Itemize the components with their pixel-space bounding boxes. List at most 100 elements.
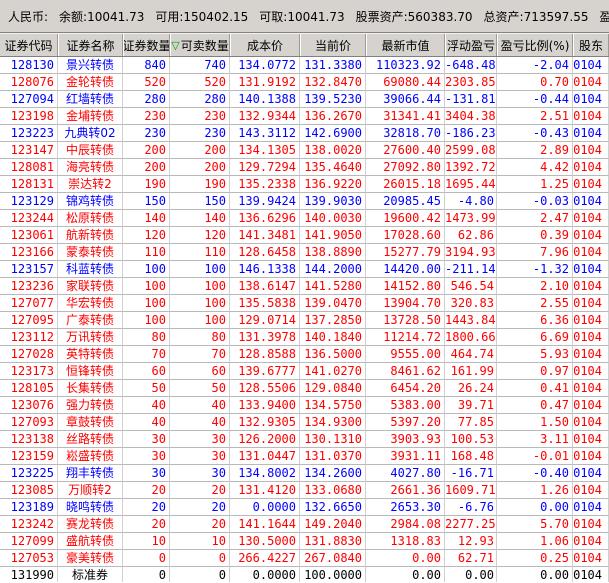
table-row[interactable]: 123242 赛龙转债 20 20 141.1644 149.2040 2984.08 227… [0,516,609,533]
table-row[interactable]: 127099 盛航转债 10 10 130.5000 131.8830 1318.83 12.… [0,533,609,550]
cell-price: 142.6900 [300,125,366,142]
table-row[interactable]: 127077 华宏转债 100 100 135.5838 139.0470 13904.70… [0,295,609,312]
cell-value: 39066.44 [366,91,445,108]
cell-price: 131.3380 [300,57,366,74]
table-row[interactable]: 128130 景兴转债 840 740 134.0772 131.3380 110323.9… [0,57,609,74]
cell-qty: 100 [123,278,170,295]
table-row[interactable]: 127095 广泰转债 100 100 129.0714 137.2850 13728.50… [0,312,609,329]
table-row[interactable]: 123225 翔丰转债 30 30 134.8002 134.2600 4027.80 -16… [0,465,609,482]
cell-sellable: 110 [170,244,230,261]
table-row[interactable]: 123085 万顺转2 20 20 131.4120 133.0680 2661.36 160… [0,482,609,499]
column-header-label: 证券名称 [66,38,115,53]
table-row[interactable]: 123159 崧盛转债 30 30 131.0447 131.0370 3931.11 168… [0,448,609,465]
cell-qty: 230 [123,125,170,142]
cell-code: 123225 [0,465,58,482]
column-header-label: 当前价 [314,38,351,53]
column-header-cost[interactable]: 成本价 [230,34,300,56]
cell-value: 13904.70 [366,295,445,312]
table-row[interactable]: 128081 海亮转债 200 200 129.7294 135.4640 27092.80… [0,159,609,176]
table-row[interactable]: 123147 中辰转债 200 200 134.1305 138.0020 27600.40… [0,142,609,159]
column-header-sellable[interactable]: ▽ 可卖数量 [170,34,230,56]
cell-qty: 30 [123,465,170,482]
table-row[interactable]: 123198 金埔转债 230 230 132.9344 136.2670 31341.41… [0,108,609,125]
table-row[interactable]: 123076 强力转债 40 40 133.9400 134.5750 5383.00 39.… [0,397,609,414]
table-row[interactable]: 123166 蒙泰转债 110 110 128.6458 138.8890 15277.79… [0,244,609,261]
table-row[interactable]: 128131 崇达转2 190 190 135.2338 136.9220 26015.18… [0,176,609,193]
cell-sellable: 200 [170,142,230,159]
column-header-value[interactable]: 最新市值 [366,34,445,56]
cell-qty: 200 [123,159,170,176]
column-header-holder[interactable]: 股东 [573,34,609,56]
cell-sellable: 70 [170,346,230,363]
column-header-price[interactable]: 当前价 [300,34,366,56]
table-row[interactable]: 131990 标准券 0 0 0.0000 100.0000 0.00 0.00 0.00 010… [0,567,609,582]
table-row[interactable]: 123138 丝路转债 30 30 126.2000 130.1310 3903.93 100… [0,431,609,448]
cell-name: 赛龙转债 [58,516,123,533]
column-header-code[interactable]: 证券代码 [0,34,58,56]
cell-cost: 128.8588 [230,346,300,363]
table-row[interactable]: 123129 锦鸡转债 150 150 139.9424 139.9030 20985.45… [0,193,609,210]
cell-code: 123061 [0,227,58,244]
cell-price: 139.5230 [300,91,366,108]
cell-value: 2661.36 [366,482,445,499]
cell-cost: 131.4120 [230,482,300,499]
cell-name: 万顺转2 [58,482,123,499]
cell-cost: 129.0714 [230,312,300,329]
table-row[interactable]: 123244 松原转债 140 140 136.6296 140.0030 19600.42… [0,210,609,227]
table-row[interactable]: 123112 万讯转债 80 80 131.3978 140.1840 11214.72 18… [0,329,609,346]
column-header-pl_pct[interactable]: 盈亏比例(%) [497,34,573,56]
table-row[interactable]: 123173 恒锋转债 60 60 139.6777 141.0270 8461.62 161… [0,363,609,380]
table-row[interactable]: 123157 科蓝转债 100 100 146.1338 144.2000 14420.00… [0,261,609,278]
table-row[interactable]: 123223 九典转02 230 230 143.3112 142.6900 32818.7… [0,125,609,142]
cell-sellable: 100 [170,278,230,295]
cell-holder: 0104 [573,193,609,210]
table-row[interactable]: 127093 章鼓转债 40 40 132.9305 134.9300 5397.20 77.… [0,414,609,431]
sort-descending-icon: ▽ [171,38,180,52]
table-row[interactable]: 128076 金轮转债 520 520 131.9192 132.8470 69080.44… [0,74,609,91]
table-row[interactable]: 127094 红墙转债 280 280 140.1388 139.5230 39066.44… [0,91,609,108]
cell-value: 2984.08 [366,516,445,533]
cell-sellable: 40 [170,397,230,414]
cell-pl: 1473.99 [445,210,497,227]
cell-code: 128130 [0,57,58,74]
cell-sellable: 100 [170,295,230,312]
column-header-qty[interactable]: 证券数量 [123,34,170,56]
cell-sellable: 60 [170,363,230,380]
table-row[interactable]: 123061 航新转债 120 120 141.3481 141.9050 17028.60… [0,227,609,244]
cell-holder: 0104 [573,312,609,329]
cell-pl_pct: 0.70 [497,74,573,91]
cell-price: 138.8890 [300,244,366,261]
cell-cost: 132.9305 [230,414,300,431]
cell-cost: 131.9192 [230,74,300,91]
cell-cost: 139.9424 [230,193,300,210]
column-header-name[interactable]: 证券名称 [58,34,123,56]
column-header-label: 最新市值 [381,38,430,53]
table-row[interactable]: 127053 豪美转债 0 0 266.4227 267.0840 0.00 62.71 0.2… [0,550,609,567]
cell-code: 123112 [0,329,58,346]
cell-code: 123129 [0,193,58,210]
cell-name: 丝路转债 [58,431,123,448]
cell-value: 3931.11 [366,448,445,465]
cell-pl_pct: 2.10 [497,278,573,295]
cell-holder: 0104 [573,550,609,567]
column-header-label: 股东 [578,38,603,53]
cell-holder: 0104 [573,414,609,431]
cell-name: 金轮转债 [58,74,123,91]
cell-name: 松原转债 [58,210,123,227]
table-row[interactable]: 123189 晓鸣转债 20 20 0.0000 132.6650 2653.30 -6.76… [0,499,609,516]
cell-holder: 0104 [573,482,609,499]
cell-value: 5397.20 [366,414,445,431]
table-row[interactable]: 127028 英特转债 70 70 128.8588 136.5000 9555.00 464… [0,346,609,363]
cell-qty: 110 [123,244,170,261]
column-header-pl[interactable]: 浮动盈亏 [445,34,497,56]
account-stat-profit_loss: 盈亏:2403 [599,8,609,25]
cell-sellable: 280 [170,91,230,108]
cell-code: 123138 [0,431,58,448]
table-row[interactable]: 128105 长集转债 50 50 128.5506 129.0840 6454.20 26.… [0,380,609,397]
cell-name: 海亮转债 [58,159,123,176]
cell-cost: 131.3978 [230,329,300,346]
cell-value: 14420.00 [366,261,445,278]
cell-name: 锦鸡转债 [58,193,123,210]
cell-price: 140.0030 [300,210,366,227]
table-row[interactable]: 123236 家联转债 100 100 138.6147 141.5280 14152.80… [0,278,609,295]
